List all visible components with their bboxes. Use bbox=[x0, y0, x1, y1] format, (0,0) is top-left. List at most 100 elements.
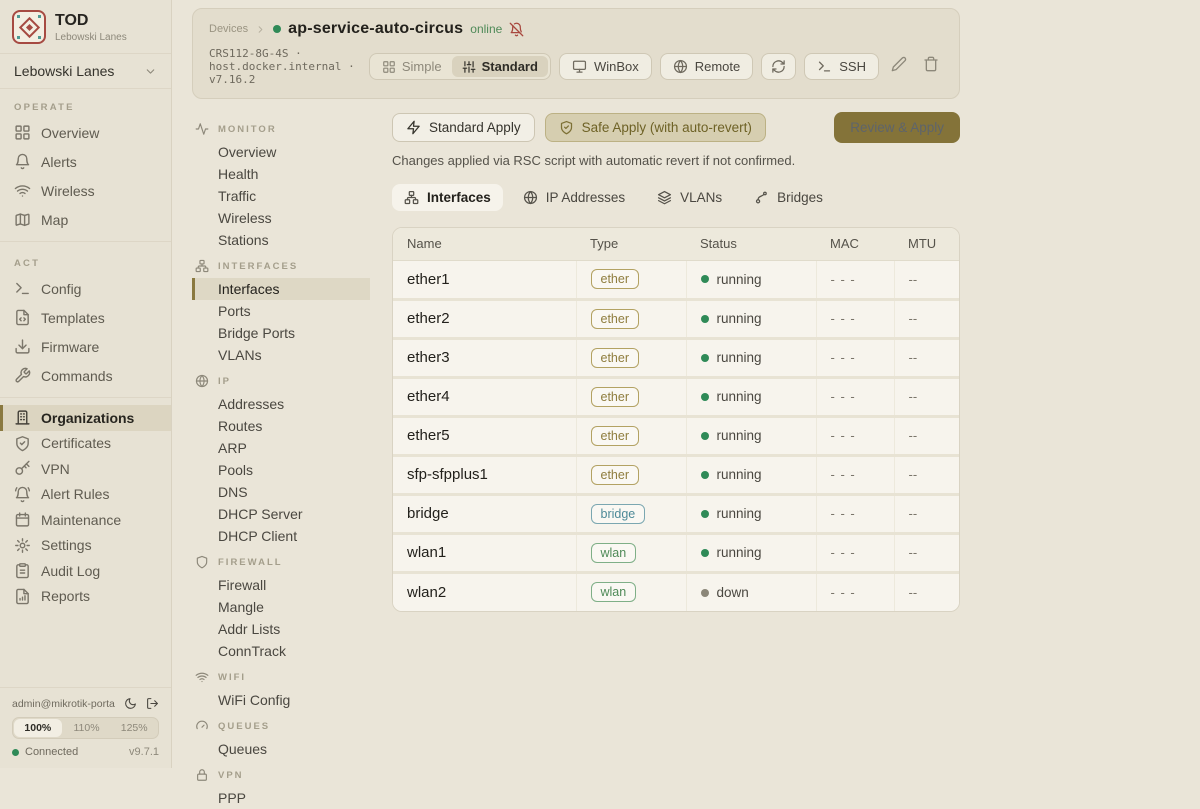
sidebar-item-label: Firmware bbox=[41, 339, 99, 355]
sidebar-item-map[interactable]: Map bbox=[0, 205, 171, 234]
table-row-ether3[interactable]: ether3etherrunning- - --- bbox=[393, 338, 959, 377]
device-nav-item-health[interactable]: Health bbox=[192, 163, 370, 185]
remote-button[interactable]: Remote bbox=[660, 53, 754, 80]
type-badge: ether bbox=[591, 309, 640, 329]
view-mode-standard[interactable]: Standard bbox=[452, 56, 548, 77]
table-row-ether1[interactable]: ether1etherrunning- - --- bbox=[393, 260, 959, 299]
table-row-ether2[interactable]: ether2etherrunning- - --- bbox=[393, 299, 959, 338]
zoom-option-110[interactable]: 110% bbox=[63, 718, 111, 738]
cell-status: running bbox=[686, 299, 816, 338]
review-apply-button[interactable]: Review & Apply bbox=[834, 112, 960, 143]
device-nav-item-traffic[interactable]: Traffic bbox=[192, 185, 370, 207]
table-row-sfp-sfpplus1[interactable]: sfp-sfpplus1etherrunning- - --- bbox=[393, 455, 959, 494]
device-nav-item-wireless[interactable]: Wireless bbox=[192, 207, 370, 229]
tab-bridges[interactable]: Bridges bbox=[742, 184, 835, 211]
moon-icon[interactable] bbox=[124, 697, 137, 710]
tab-interfaces[interactable]: Interfaces bbox=[392, 184, 503, 211]
sidebar-item-wireless[interactable]: Wireless bbox=[0, 176, 171, 205]
device-nav-item-overview[interactable]: Overview bbox=[192, 141, 370, 163]
sidebar-item-label: Overview bbox=[41, 125, 99, 141]
device-nav-item-addresses[interactable]: Addresses bbox=[192, 393, 370, 415]
device-nav-item-dns[interactable]: DNS bbox=[192, 481, 370, 503]
cell-status: running bbox=[686, 533, 816, 572]
device-nav-item-stations[interactable]: Stations bbox=[192, 229, 370, 251]
status-dot-icon bbox=[701, 549, 709, 557]
safe-apply-button[interactable]: Safe Apply (with auto-revert) bbox=[545, 113, 766, 142]
device-nav-item-conntrack[interactable]: ConnTrack bbox=[192, 640, 370, 662]
ssh-button[interactable]: SSH bbox=[804, 53, 879, 80]
zoom-option-125[interactable]: 125% bbox=[110, 718, 158, 738]
sidebar-item-organizations[interactable]: Organizations bbox=[0, 405, 171, 431]
sidebar-item-alerts[interactable]: Alerts bbox=[0, 147, 171, 176]
cell-mac: - - - bbox=[816, 494, 894, 533]
device-nav-item-pools[interactable]: Pools bbox=[192, 459, 370, 481]
device-nav-item-dhcp-client[interactable]: DHCP Client bbox=[192, 525, 370, 547]
table-row-wlan2[interactable]: wlan2wlandown- - --- bbox=[393, 572, 959, 611]
sidebar-item-settings[interactable]: Settings bbox=[0, 533, 171, 559]
column-header-type: Type bbox=[576, 228, 686, 260]
device-nav-item-firewall[interactable]: Firewall bbox=[192, 574, 370, 596]
device-nav-item-dhcp-server[interactable]: DHCP Server bbox=[192, 503, 370, 525]
column-header-mac: MAC bbox=[816, 228, 894, 260]
tab-ip-addresses[interactable]: IP Addresses bbox=[511, 184, 637, 211]
standard-apply-button[interactable]: Standard Apply bbox=[392, 113, 535, 142]
activity-icon bbox=[195, 122, 209, 136]
sidebar-item-certificates[interactable]: Certificates bbox=[0, 431, 171, 457]
view-mode-toggle: SimpleStandard bbox=[369, 53, 551, 80]
sidebar: TOD Lebowski Lanes Lebowski Lanes OPERAT… bbox=[0, 0, 172, 768]
sidebar-item-config[interactable]: Config bbox=[0, 274, 171, 303]
view-mode-simple[interactable]: Simple bbox=[372, 56, 452, 77]
apply-bar: Standard Apply Safe Apply (with auto-rev… bbox=[392, 112, 960, 143]
sidebar-item-audit-log[interactable]: Audit Log bbox=[0, 558, 171, 584]
device-nav-item-wifi-config[interactable]: WiFi Config bbox=[192, 689, 370, 711]
sidebar-item-alert-rules[interactable]: Alert Rules bbox=[0, 482, 171, 508]
refresh-button[interactable] bbox=[761, 53, 796, 80]
sidebar-item-commands[interactable]: Commands bbox=[0, 361, 171, 390]
sidebar-item-firmware[interactable]: Firmware bbox=[0, 332, 171, 361]
device-nav-item-bridge-ports[interactable]: Bridge Ports bbox=[192, 322, 370, 344]
delete-button[interactable] bbox=[919, 53, 943, 80]
tab-bar: Interfaces IP Addresses VLANs Bridges bbox=[392, 184, 960, 211]
table-row-wlan1[interactable]: wlan1wlanrunning- - --- bbox=[393, 533, 959, 572]
table-row-bridge[interactable]: bridgebridgerunning- - --- bbox=[393, 494, 959, 533]
sidebar-item-maintenance[interactable]: Maintenance bbox=[0, 507, 171, 533]
sidebar-item-templates[interactable]: Templates bbox=[0, 303, 171, 332]
terminal-icon bbox=[14, 280, 31, 297]
device-nav-item-interfaces[interactable]: Interfaces bbox=[192, 278, 370, 300]
edit-button[interactable] bbox=[887, 53, 911, 80]
sidebar-item-overview[interactable]: Overview bbox=[0, 118, 171, 147]
table-row-ether4[interactable]: ether4etherrunning- - --- bbox=[393, 377, 959, 416]
refresh-icon bbox=[771, 59, 786, 74]
grid-icon bbox=[14, 124, 31, 141]
sidebar-item-label: Organizations bbox=[41, 410, 134, 426]
terminal-icon bbox=[817, 59, 832, 74]
device-nav-item-ppp[interactable]: PPP bbox=[192, 787, 370, 809]
device-nav-item-queues[interactable]: Queues bbox=[192, 738, 370, 760]
bell-off-icon[interactable] bbox=[509, 22, 524, 37]
device-nav-item-vlans[interactable]: VLANs bbox=[192, 344, 370, 366]
tab-vlans[interactable]: VLANs bbox=[645, 184, 734, 211]
sidebar-item-reports[interactable]: Reports bbox=[0, 584, 171, 610]
sidebar-item-label: Settings bbox=[41, 537, 92, 553]
table-row-ether5[interactable]: ether5etherrunning- - --- bbox=[393, 416, 959, 455]
sidebar-item-label: Audit Log bbox=[41, 563, 100, 579]
device-nav-item-mangle[interactable]: Mangle bbox=[192, 596, 370, 618]
org-selector[interactable]: Lebowski Lanes bbox=[0, 53, 171, 89]
bell-ring-icon bbox=[14, 486, 31, 503]
breadcrumb[interactable]: Devices bbox=[209, 23, 248, 35]
logout-icon[interactable] bbox=[146, 697, 159, 710]
app-root: TOD Lebowski Lanes Lebowski Lanes OPERAT… bbox=[0, 0, 1200, 768]
cell-mac: - - - bbox=[816, 377, 894, 416]
zoom-option-100[interactable]: 100% bbox=[14, 719, 62, 737]
report-icon bbox=[14, 588, 31, 605]
type-badge: ether bbox=[591, 348, 640, 368]
device-nav-item-ports[interactable]: Ports bbox=[192, 300, 370, 322]
winbox-button[interactable]: WinBox bbox=[559, 53, 652, 80]
device-status-dot-icon bbox=[273, 25, 281, 33]
sidebar-section-label-operate: OPERATE bbox=[0, 93, 171, 118]
sidebar-item-vpn[interactable]: VPN bbox=[0, 456, 171, 482]
grid-icon bbox=[382, 60, 396, 74]
device-nav-item-routes[interactable]: Routes bbox=[192, 415, 370, 437]
device-nav-item-addr-lists[interactable]: Addr Lists bbox=[192, 618, 370, 640]
device-nav-item-arp[interactable]: ARP bbox=[192, 437, 370, 459]
